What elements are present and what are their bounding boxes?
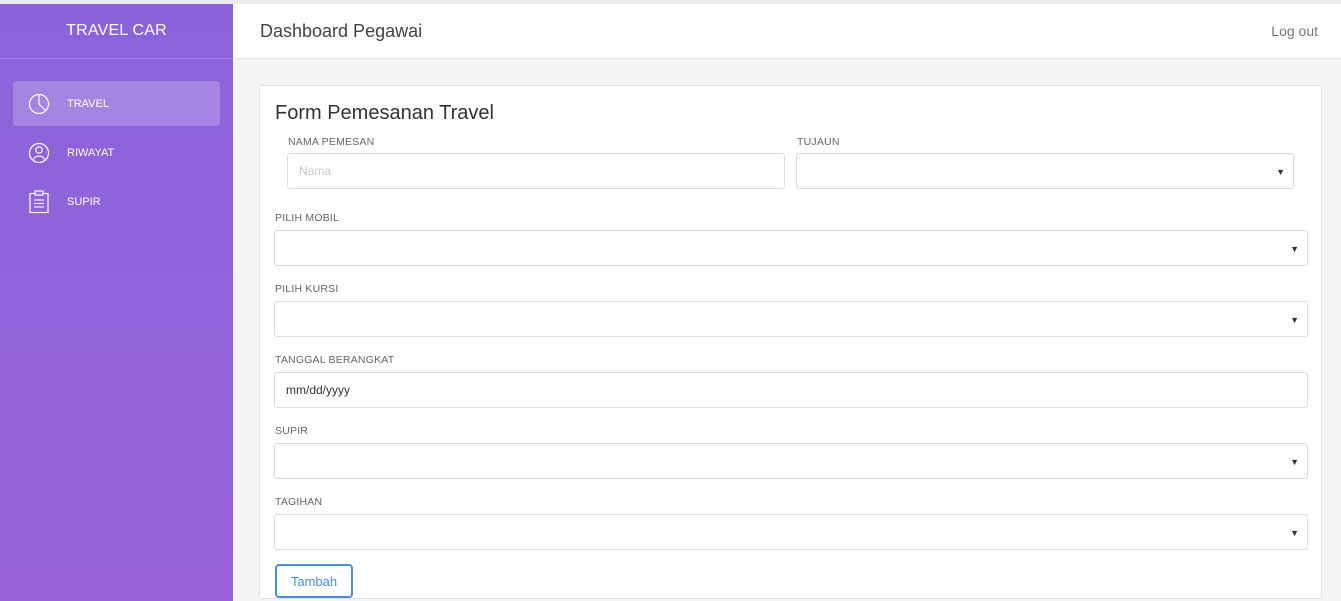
tagihan-select[interactable]: ▼ [274, 514, 1308, 550]
brand-title: TRAVEL CAR [0, 4, 233, 59]
tujuan-label: TUJAUN [797, 136, 840, 148]
sidebar-item-label: SUPIR [67, 195, 101, 208]
supir-label: SUPIR [275, 425, 309, 437]
tanggal-berangkat-label: TANGGAL BERANGKAT [275, 354, 395, 366]
chevron-down-icon: ▼ [1290, 528, 1299, 538]
pilih-mobil-label: PILIH MOBIL [275, 212, 340, 224]
sidebar: TRAVEL CAR TRAVEL RIWAYAT SUPIR [0, 4, 233, 601]
top-header: Dashboard Pegawai Log out [233, 4, 1341, 59]
tujuan-select[interactable]: ▼ [796, 153, 1294, 189]
chevron-down-icon: ▼ [1276, 167, 1285, 177]
sidebar-item-label: TRAVEL [67, 97, 109, 110]
sidebar-nav: TRAVEL RIWAYAT SUPIR [0, 59, 233, 224]
form-title: Form Pemesanan Travel [275, 102, 494, 124]
nama-pemesan-input[interactable]: Nama [287, 153, 785, 189]
order-form-card: Form Pemesanan Travel NAMA PEMESAN Nama … [259, 85, 1322, 599]
pilih-kursi-select[interactable]: ▼ [274, 301, 1308, 337]
sidebar-item-riwayat[interactable]: RIWAYAT [13, 130, 220, 175]
pilih-mobil-select[interactable]: ▼ [274, 230, 1308, 266]
user-circle-icon [27, 141, 51, 165]
page-title: Dashboard Pegawai [260, 21, 423, 41]
tambah-button[interactable]: Tambah [275, 564, 353, 598]
logout-link[interactable]: Log out [1271, 23, 1318, 39]
pie-chart-icon [27, 92, 51, 116]
pilih-kursi-label: PILIH KURSI [275, 283, 339, 295]
supir-select[interactable]: ▼ [274, 443, 1308, 479]
tagihan-label: TAGIHAN [275, 496, 323, 508]
tanggal-berangkat-input[interactable]: mm/dd/yyyy [274, 372, 1308, 408]
sidebar-item-travel[interactable]: TRAVEL [13, 81, 220, 126]
sidebar-item-supir[interactable]: SUPIR [13, 179, 220, 224]
sidebar-item-label: RIWAYAT [67, 146, 115, 159]
chevron-down-icon: ▼ [1290, 244, 1299, 254]
nama-pemesan-label: NAMA PEMESAN [288, 136, 375, 148]
chevron-down-icon: ▼ [1290, 315, 1299, 325]
chevron-down-icon: ▼ [1290, 457, 1299, 467]
clipboard-icon [27, 189, 51, 214]
